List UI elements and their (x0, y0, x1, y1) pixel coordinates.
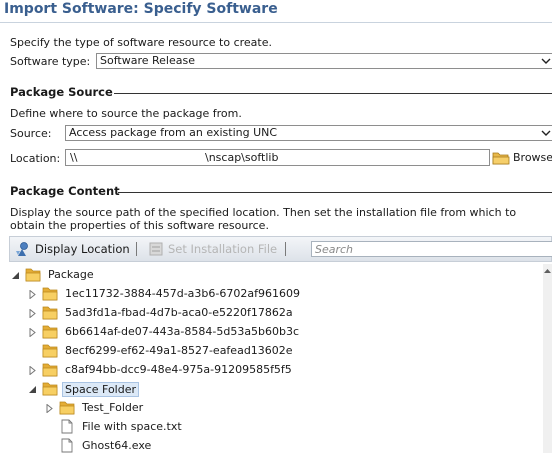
chevron-down-icon (541, 58, 551, 64)
package-source-heading: Package Source (10, 85, 113, 99)
folder-icon (42, 363, 58, 377)
location-label: Location: (10, 152, 61, 165)
tree-item-label: Space Folder (62, 382, 140, 397)
search-input[interactable]: Search (311, 241, 552, 257)
tree-item-label: 1ec11732-3884-457d-a3b6-6702af961609 (65, 287, 300, 300)
chevron-down-icon (541, 130, 551, 136)
package-tree: Package 1ec11732-3884-457d-a3b6-6702af961… (9, 262, 552, 453)
section-divider (114, 93, 552, 94)
browse-button[interactable]: Browse (492, 150, 552, 167)
tree-expand-icon[interactable] (29, 366, 37, 375)
tree-item-label: Ghost64.exe (82, 439, 152, 452)
file-icon (61, 438, 73, 453)
tree-folder-item[interactable]: c8af94bb-dcc9-48e4-975a-91209585f5f5 (29, 361, 529, 380)
tree-item-label: c8af94bb-dcc9-48e4-975a-91209585f5f5 (65, 363, 292, 376)
software-type-value: Software Release (100, 54, 195, 67)
folder-icon (42, 325, 58, 339)
package-content-heading: Package Content (10, 184, 120, 198)
display-location-label: Display Location (35, 242, 130, 256)
tree-scrollbar[interactable] (543, 264, 552, 453)
tree-item-label: 8ecf6299-ef62-49a1-8527-eafead13602e (65, 344, 293, 357)
set-installation-file-label: Set Installation File (168, 242, 278, 256)
tree-file-item[interactable]: Ghost64.exe (46, 437, 529, 453)
tree-expand-icon[interactable] (46, 404, 54, 413)
tree-folder-item[interactable]: Space Folder (29, 380, 529, 399)
location-input[interactable]: \\ \nscap\softlib (65, 149, 490, 166)
section-divider (118, 192, 552, 193)
package-content-toolbar: Display Location Set Installation File S… (9, 236, 552, 262)
source-label: Source: (10, 127, 52, 140)
folder-icon (42, 287, 58, 301)
browse-label: Browse (513, 151, 552, 164)
tree-item-label: Test_Folder (82, 401, 144, 414)
folder-icon (492, 152, 510, 165)
toolbar-separator (285, 242, 286, 256)
folder-icon (25, 268, 41, 282)
location-suffix: \nscap\softlib (205, 151, 279, 164)
folder-icon (59, 401, 75, 415)
display-location-icon (16, 242, 28, 256)
window-title-bar: Import Software: Specify Software (0, 0, 552, 23)
tree-expand-icon[interactable] (29, 328, 37, 337)
folder-icon (42, 382, 58, 396)
tree-collapse-icon[interactable] (12, 271, 20, 280)
source-select[interactable]: Access package from an existing UNC (65, 125, 552, 141)
tree-folder-item[interactable]: Package (12, 266, 529, 285)
tree-folder-item[interactable]: 1ec11732-3884-457d-a3b6-6702af961609 (29, 285, 529, 304)
package-content-instruction-line2: obtain the properties of this software r… (10, 219, 269, 232)
tree-folder-item[interactable]: 5ad3fd1a-fbad-4d7b-aca0-e5220f17862a (29, 304, 529, 323)
tree-folder-item[interactable]: Test_Folder (46, 399, 529, 418)
folder-icon (42, 344, 58, 358)
toolbar-separator (136, 242, 137, 256)
package-content-instruction-line1: Display the source path of the specified… (10, 206, 517, 219)
scroll-up-icon[interactable] (543, 266, 552, 276)
tree-folder-item[interactable]: 8ecf6299-ef62-49a1-8527-eafead13602e (29, 342, 529, 361)
window-title: Import Software: Specify Software (4, 1, 278, 17)
tree-folder-item[interactable]: 6b6614af-de07-443a-8584-5d53a5b60b3c (29, 323, 529, 342)
tree-item-label: File with space.txt (82, 420, 182, 433)
tree-file-item[interactable]: File with space.txt (46, 418, 529, 437)
software-type-instruction: Specify the type of software resource to… (10, 36, 273, 49)
software-type-select[interactable]: Software Release (96, 53, 552, 69)
tree-expand-icon[interactable] (29, 290, 37, 299)
set-installation-file-icon (149, 242, 163, 256)
tree-expand-icon[interactable] (29, 309, 37, 318)
tree-collapse-icon[interactable] (29, 385, 37, 394)
tree-item-label: Package (48, 268, 94, 281)
tree-item-label: 5ad3fd1a-fbad-4d7b-aca0-e5220f17862a (65, 306, 293, 319)
folder-icon (42, 306, 58, 320)
software-type-label: Software type: (10, 55, 91, 68)
package-source-instruction: Define where to source the package from. (10, 107, 242, 120)
location-prefix: \\ (70, 151, 78, 164)
source-value: Access package from an existing UNC (69, 126, 278, 139)
tree-item-label: 6b6614af-de07-443a-8584-5d53a5b60b3c (65, 325, 300, 338)
file-icon (61, 419, 73, 434)
search-placeholder: Search (315, 243, 354, 256)
